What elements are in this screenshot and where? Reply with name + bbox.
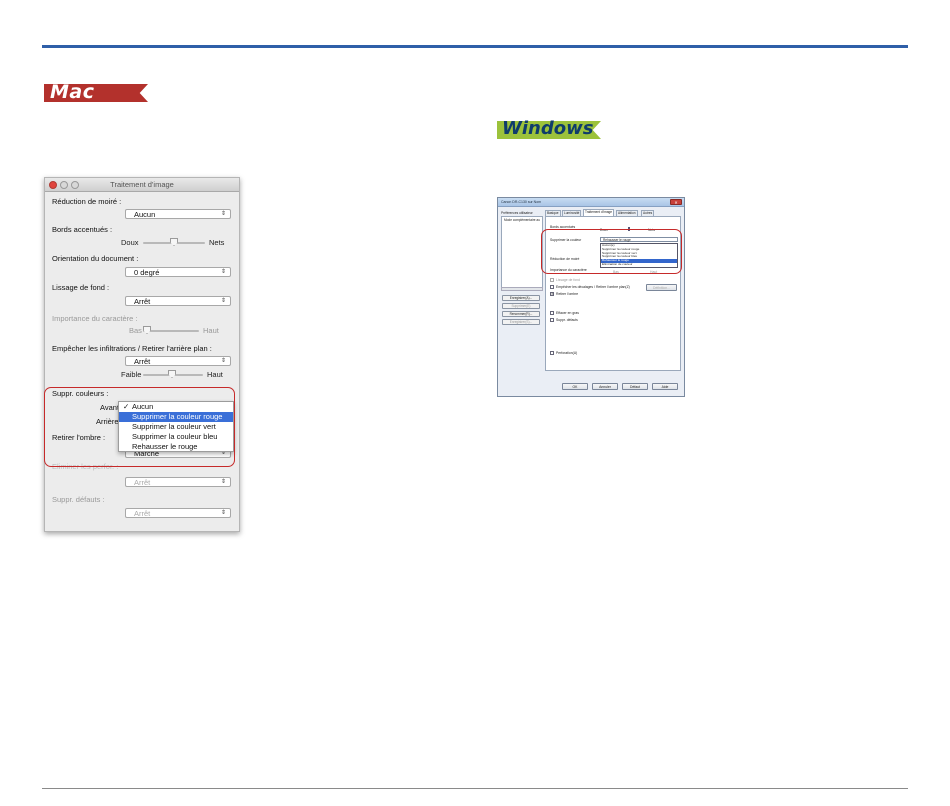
save-preset-button[interactable]: Enregistrer(A)... [502, 295, 540, 301]
delete-preset-button[interactable]: Supprimer(E) [502, 303, 540, 309]
moire-select[interactable]: Aucun ⇕ [125, 209, 231, 219]
orientation-select[interactable]: 0 degré ⇕ [125, 267, 231, 277]
windows-title-bar: Canon DR-C130 sur Nom ✕ [498, 198, 684, 207]
close-icon[interactable]: ✕ [670, 199, 682, 205]
mac-image-processing-window: Traitement d'image Réduction de moiré : … [44, 177, 240, 532]
importance-high-label: Haut [203, 326, 219, 335]
importance-slider: Bas Haut [129, 326, 229, 336]
windows-dialog-title: Canon DR-C130 sur Nom [501, 200, 542, 204]
w-smoothing-label: Lissage de fond [556, 278, 580, 282]
mac-badge: Mac [44, 81, 148, 103]
updown-icon: ⇕ [220, 479, 226, 485]
w-punch-checkbox[interactable] [550, 351, 554, 355]
edges-slider-knob[interactable] [170, 238, 178, 246]
bleed-select-value: Arrêt [134, 357, 151, 366]
w-bleed-label: Empêcher les décalages / Retirer l'ombre… [556, 285, 630, 289]
defects-label: Suppr. défauts : [52, 495, 105, 504]
mac-highlight-box [44, 387, 235, 467]
updown-icon: ⇕ [220, 269, 226, 275]
windows-badge-label: Windows [502, 118, 594, 139]
w-bleed-checkbox[interactable] [550, 285, 554, 289]
punch-select: Arrêt ⇕ [125, 477, 231, 487]
bleed-high-label: Haut [207, 370, 223, 379]
importance-slider-track [143, 330, 199, 332]
w-punch-label: Perforation(U) [556, 351, 578, 355]
edges-label: Bords accentués : [52, 225, 113, 234]
importance-label: Importance du caractère : [52, 314, 138, 323]
default-button[interactable]: Défaut [622, 383, 648, 390]
smoothing-label: Lissage de fond : [52, 283, 110, 292]
mac-window-title: Traitement d'image [110, 180, 174, 189]
mac-badge-label: Mac [50, 81, 95, 103]
bleed-slider-knob[interactable] [168, 370, 176, 378]
w-defects-checkbox[interactable] [550, 318, 554, 322]
w-shadow-checkbox[interactable]: ✕ [550, 292, 554, 296]
w-smoothing-checkbox[interactable] [550, 278, 554, 282]
updown-icon: ⇕ [220, 298, 226, 304]
defects-select-value: Arrêt [134, 509, 151, 518]
presets-label: Préférences utilisateur [501, 211, 533, 215]
orientation-label: Orientation du document : [52, 254, 139, 263]
updown-icon: ⇕ [220, 510, 226, 516]
moire-select-value: Aucun [134, 210, 156, 219]
bleed-label: Empêcher les infiltrations / Retirer l'a… [52, 344, 212, 353]
windows-highlight-box [541, 229, 682, 274]
presets-list[interactable]: Mode complémentaire au [501, 216, 543, 291]
mac-title-bar: Traitement d'image [45, 178, 239, 192]
importance-low-label: Bas [129, 326, 142, 335]
w-settings-button[interactable]: Définition... [646, 284, 677, 291]
windows-badge: Windows [497, 118, 601, 139]
punch-select-value: Arrêt [134, 478, 151, 487]
windows-scanner-dialog: Canon DR-C130 sur Nom ✕ Préférences util… [497, 197, 685, 397]
presets-scrollbar[interactable] [501, 287, 543, 291]
ok-button[interactable]: OK [562, 383, 588, 390]
tab-image-processing[interactable]: Traitement d'image [583, 209, 615, 216]
edges-high-label: Nets [209, 238, 225, 247]
smoothing-select[interactable]: Arrêt ⇕ [125, 296, 231, 306]
help-button[interactable]: Aide [652, 383, 678, 390]
w-defects-label: Suppr. défauts [556, 318, 578, 322]
export-preset-button[interactable]: Enregistrer(S)... [502, 319, 540, 325]
moire-label: Réduction de moiré : [52, 197, 122, 206]
w-erase-checkbox[interactable] [550, 311, 554, 315]
cancel-button[interactable]: Annuler [592, 383, 618, 390]
smoothing-select-value: Arrêt [134, 297, 151, 306]
importance-slider-knob [143, 326, 151, 334]
w-erase-label: Effacer en gras [556, 311, 579, 315]
updown-icon: ⇕ [220, 358, 226, 364]
footer-rule [42, 788, 908, 789]
edges-low-label: Doux [121, 238, 139, 247]
bleed-low-label: Faible [121, 370, 142, 379]
rename-preset-button[interactable]: Renommer(R)... [502, 311, 540, 317]
updown-icon: ⇕ [220, 211, 226, 217]
defects-select: Arrêt ⇕ [125, 508, 231, 518]
edges-slider[interactable]: Doux Nets [121, 238, 236, 248]
w-shadow-label: Retirer l'ombre [556, 292, 579, 296]
list-item[interactable]: Mode complémentaire au [502, 217, 542, 223]
orientation-select-value: 0 degré [134, 268, 160, 277]
bleed-slider[interactable]: Faible Haut [121, 370, 236, 380]
bleed-select[interactable]: Arrêt ⇕ [125, 356, 231, 366]
header-rule [42, 45, 908, 48]
